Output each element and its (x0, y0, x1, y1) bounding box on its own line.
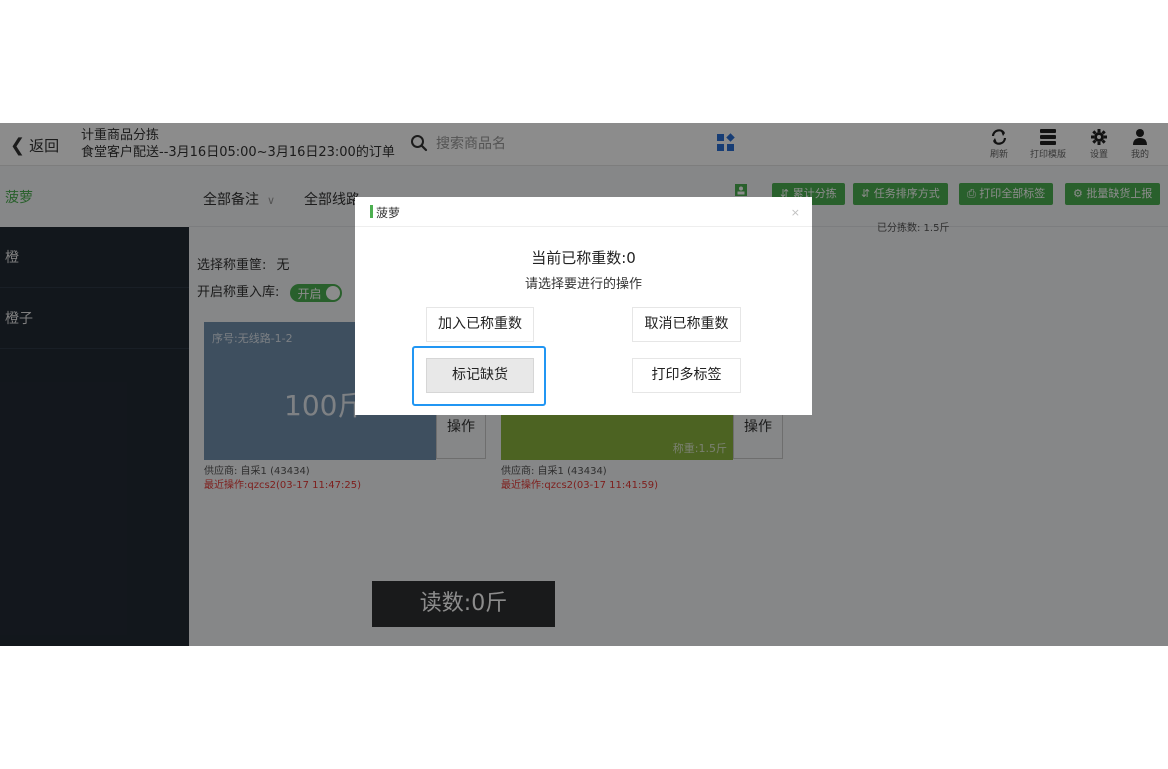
close-icon[interactable]: × (791, 206, 800, 219)
dialog-title: 菠萝 (376, 206, 401, 220)
print-multiple-labels-button[interactable]: 打印多标签 (632, 358, 741, 393)
operation-dialog: 菠萝 × 当前已称重数:0 请选择要进行的操作 加入已称重数 取消已称重数 标记… (355, 197, 812, 415)
choose-operation-prompt: 请选择要进行的操作 (524, 277, 642, 292)
dialog-header: 菠萝 × (355, 197, 812, 227)
mark-out-of-stock-button[interactable]: 标记缺货 (426, 358, 534, 393)
weighed-count-message: 当前已称重数:0 (531, 249, 636, 267)
add-weighed-button[interactable]: 加入已称重数 (426, 307, 534, 342)
app-window: ❮ 返回 计重商品分拣 食堂客户配送--3月16日05:00~3月16日23:0… (0, 123, 1168, 646)
cancel-weighed-button[interactable]: 取消已称重数 (632, 307, 741, 342)
title-accent-bar (370, 205, 373, 218)
